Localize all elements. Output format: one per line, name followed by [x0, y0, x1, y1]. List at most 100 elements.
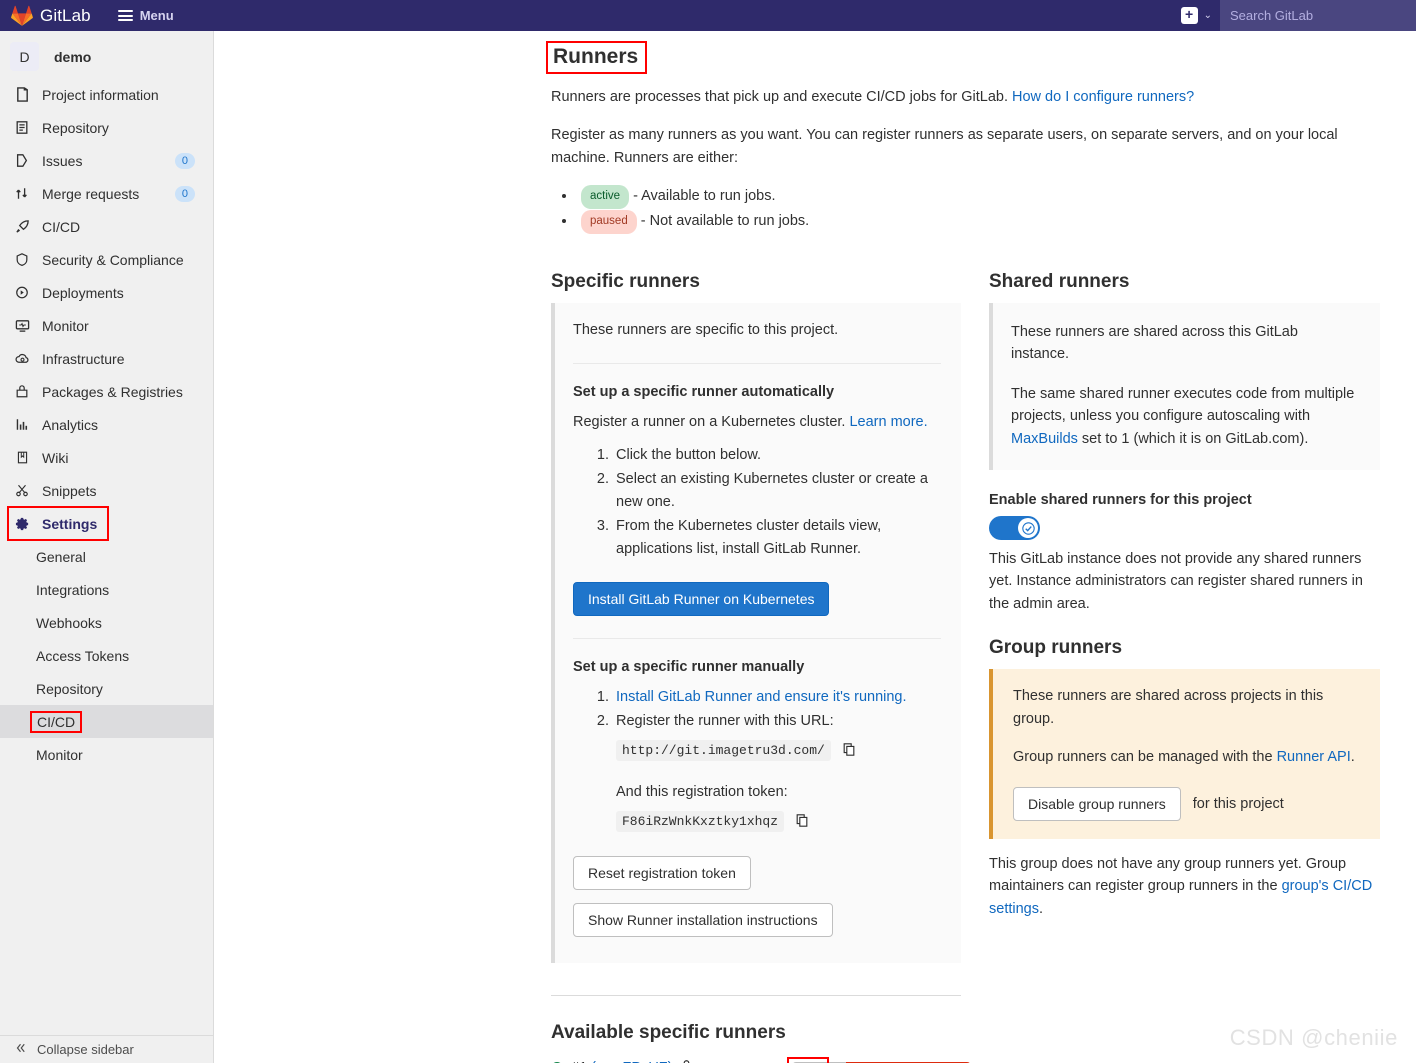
menu-label: Menu	[139, 8, 174, 23]
sidebar-item-infrastructure[interactable]: Infrastructure	[0, 342, 213, 375]
sidebar-item-general[interactable]: General	[0, 540, 213, 573]
status-badge-paused: paused	[581, 210, 637, 234]
chevron-down-icon[interactable]: ⌄	[1204, 10, 1212, 21]
project-sidebar: D demo Project information Repository Is…	[0, 31, 214, 1063]
rocket-icon	[14, 219, 30, 235]
learn-more-link[interactable]: Learn more.	[849, 414, 927, 430]
file-icon	[14, 120, 30, 136]
group-note-part-b: .	[1038, 900, 1044, 917]
sidebar-item-project-information[interactable]: Project information	[0, 78, 213, 111]
runner-state-paused: paused - Not available to run jobs.	[577, 210, 1380, 235]
disable-group-runners-button[interactable]: Disable group runners	[1013, 786, 1181, 821]
sidebar-item-security-compliance[interactable]: Security & Compliance	[0, 243, 213, 276]
search-input[interactable]: Search GitLab	[1220, 0, 1416, 31]
sidebar-item-wiki[interactable]: Wiki	[0, 441, 213, 474]
enable-shared-runners-toggle[interactable]	[989, 516, 1040, 540]
sidebar-sub-label: Integrations	[36, 581, 110, 598]
watermark: CSDN @cheniie	[1229, 1025, 1398, 1050]
sidebar-item-label: CI/CD	[42, 218, 81, 235]
specific-runners-column: Specific runners These runners are speci…	[551, 261, 971, 1063]
register-runners-text: Register as many runners as you want. Yo…	[551, 127, 1338, 166]
shared-runners-note: This GitLab instance does not provide an…	[989, 551, 1363, 612]
gear-icon	[14, 516, 30, 532]
sidebar-item-label: Settings	[42, 515, 98, 532]
configure-runners-link[interactable]: How do I configure runners?	[1012, 89, 1194, 105]
sidebar-item-packages-registries[interactable]: Packages & Registries	[0, 375, 213, 408]
sidebar-item-snippets[interactable]: Snippets	[0, 474, 213, 507]
auto-setup-text: Register a runner on a Kubernetes cluste…	[573, 411, 941, 433]
disable-group-runners-suffix: for this project	[1192, 795, 1284, 812]
issues-count-badge: 0	[174, 152, 195, 169]
new-item-plus-icon[interactable]: +	[1180, 7, 1198, 24]
manual-setup-heading: Set up a specific runner manually	[573, 658, 805, 675]
lock-icon	[680, 1058, 693, 1063]
sidebar-item-label: Snippets	[42, 482, 97, 499]
auto-setup-heading: Set up a specific runner automatically	[573, 384, 835, 401]
sidebar-item-webhooks[interactable]: Webhooks	[0, 606, 213, 639]
sidebar-item-analytics[interactable]: Analytics	[0, 408, 213, 441]
monitor-icon	[14, 318, 30, 334]
auto-setup-step: Select an existing Kubernetes cluster or…	[613, 468, 941, 514]
specific-runners-description: These runners are specific to this proje…	[573, 321, 839, 338]
install-gitlab-runner-kubernetes-button[interactable]: Install GitLab Runner on Kubernetes	[573, 581, 830, 616]
sidebar-item-monitor[interactable]: Monitor	[0, 309, 213, 342]
brand-name: GitLab	[40, 5, 91, 25]
auto-setup-sentence: Register a runner on a Kubernetes cluste…	[573, 414, 850, 431]
sidebar-item-label: Wiki	[42, 449, 69, 466]
runner-states-list: active - Available to run jobs. paused -…	[577, 185, 1380, 234]
sidebar-item-label: Issues	[42, 152, 83, 169]
runner-state-active: active - Available to run jobs.	[577, 185, 1380, 210]
project-name: demo	[54, 48, 92, 65]
maxbuilds-link[interactable]: MaxBuilds	[1011, 431, 1078, 447]
show-runner-installation-instructions-button[interactable]: Show Runner installation instructions	[573, 903, 833, 938]
page-title: Runners	[546, 41, 648, 74]
merge-icon	[14, 186, 30, 202]
sidebar-item-merge-requests[interactable]: Merge requests 0	[0, 177, 213, 210]
runner-url-value[interactable]: http://git.imagetru3d.com/	[616, 739, 831, 761]
cloud-icon	[14, 351, 30, 367]
copy-url-icon[interactable]	[842, 742, 856, 765]
project-header[interactable]: D demo	[0, 35, 213, 78]
runner-api-link[interactable]: Runner API	[1277, 749, 1351, 765]
sidebar-item-issues[interactable]: Issues 0	[0, 144, 213, 177]
shared-description-part-b: set to 1 (which it is on GitLab.com).	[1077, 430, 1309, 447]
sidebar-item-integrations[interactable]: Integrations	[0, 573, 213, 606]
gitlab-home-link[interactable]: GitLab	[11, 5, 91, 26]
manual-setup-steps: Install GitLab Runner and ensure it's ru…	[613, 686, 941, 837]
sidebar-item-label: Deployments	[42, 284, 124, 301]
gitlab-tanuki-logo-icon	[11, 5, 33, 26]
sidebar-item-label: Project information	[42, 86, 159, 103]
group-runners-panel: These runners are shared across projects…	[989, 669, 1380, 839]
runners-intro-sentence: Runners are processes that pick up and e…	[551, 89, 1013, 105]
sidebar-item-label: Packages & Registries	[42, 383, 183, 400]
sidebar-item-label: Security & Compliance	[42, 251, 184, 268]
runner-state-active-desc: - Available to run jobs.	[633, 188, 776, 205]
hamburger-icon	[117, 10, 133, 21]
sidebar-item-monitor-settings[interactable]: Monitor	[0, 738, 213, 771]
sidebar-item-settings[interactable]: Settings	[7, 506, 109, 541]
sidebar-sub-label: Webhooks	[36, 614, 102, 631]
sidebar-item-repository[interactable]: Repository	[0, 111, 213, 144]
install-gitlab-runner-link[interactable]: Install GitLab Runner and ensure it's ru…	[616, 689, 907, 705]
collapse-sidebar-button[interactable]: Collapse sidebar	[0, 1035, 213, 1063]
reset-registration-token-button[interactable]: Reset registration token	[573, 856, 751, 891]
sidebar-item-ci-cd[interactable]: CI/CD	[0, 210, 213, 243]
sidebar-item-label: Analytics	[42, 416, 99, 433]
shared-runners-description-2: The same shared runner executes code fro…	[1011, 383, 1358, 450]
top-navbar: GitLab Menu + ⌄ Search GitLab	[0, 0, 1416, 31]
group-runners-description-1: These runners are shared across projects…	[1013, 688, 1324, 727]
section-divider	[551, 995, 961, 997]
specific-runners-heading: Specific runners	[551, 270, 700, 292]
registration-token-value[interactable]: F86iRzWnkKxztky1xhqz	[616, 811, 785, 833]
main-menu-button[interactable]: Menu	[117, 8, 174, 23]
sidebar-item-deployments[interactable]: Deployments	[0, 276, 213, 309]
deploy-icon	[14, 285, 30, 301]
copy-token-icon[interactable]	[795, 813, 809, 836]
doc-3d-icon	[14, 87, 30, 103]
sidebar-item-label: Monitor	[42, 317, 89, 334]
sidebar-item-ci-cd-settings[interactable]: CI/CD	[0, 705, 213, 738]
sidebar-item-repository-settings[interactable]: Repository	[0, 672, 213, 705]
sidebar-item-access-tokens[interactable]: Access Tokens	[0, 639, 213, 672]
shared-runners-heading: Shared runners	[989, 270, 1130, 292]
group-description-part-b: .	[1350, 749, 1355, 766]
